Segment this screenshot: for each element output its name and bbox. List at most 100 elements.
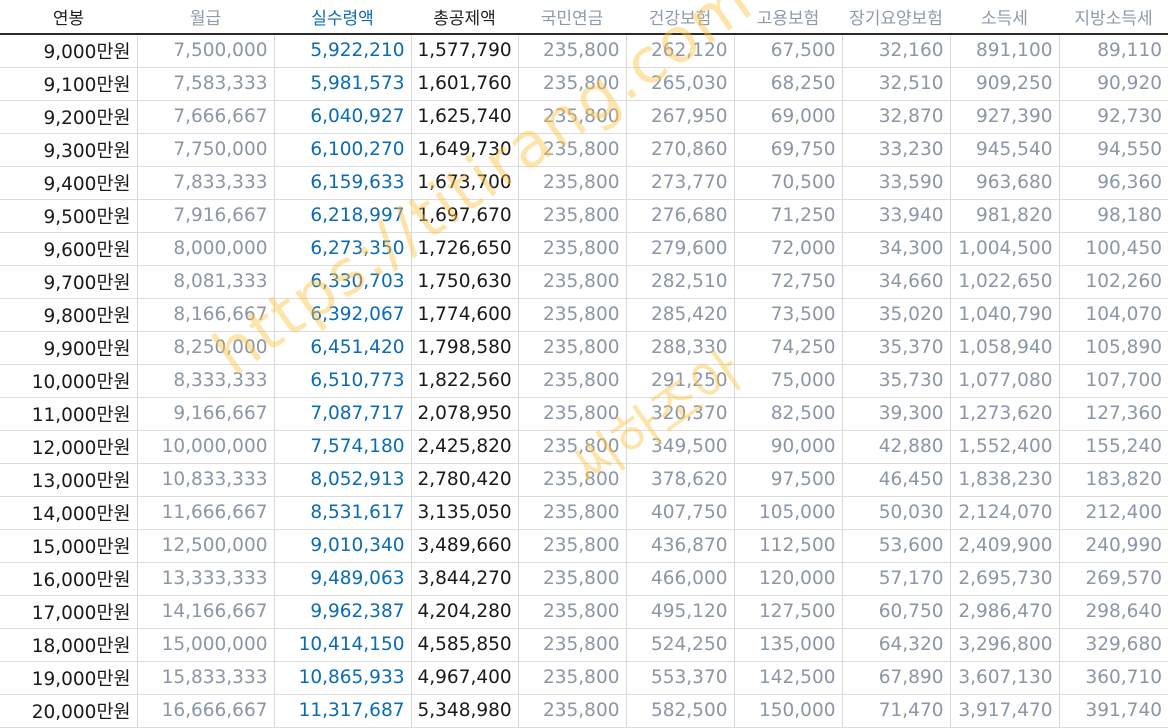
cell-long-term-care: 46,450 — [842, 463, 951, 497]
cell-health-insurance: 265,030 — [626, 67, 735, 101]
cell-local-income-tax: 107,700 — [1059, 364, 1168, 398]
cell-local-income-tax: 391,740 — [1059, 694, 1168, 728]
cell-health-insurance: 288,330 — [626, 331, 735, 365]
cell-local-income-tax: 329,680 — [1059, 628, 1168, 662]
cell-monthly-salary: 8,166,667 — [137, 298, 275, 332]
table-row: 9,400만원 7,833,333 6,159,633 1,673,700 235,80… — [0, 166, 1168, 200]
cell-annual-salary: 14,000만원 — [0, 496, 138, 530]
cell-employment-insurance: 71,250 — [734, 199, 843, 233]
cell-monthly-salary: 7,833,333 — [137, 166, 275, 200]
cell-employment-insurance: 67,500 — [734, 34, 843, 68]
cell-income-tax: 927,390 — [950, 100, 1060, 134]
cell-national-pension: 235,800 — [518, 496, 627, 530]
cell-total-deduction: 3,489,660 — [411, 529, 519, 563]
cell-local-income-tax: 155,240 — [1059, 430, 1168, 464]
cell-annual-salary: 9,700만원 — [0, 265, 138, 299]
table-row: 9,600만원 8,000,000 6,273,350 1,726,650 235,80… — [0, 232, 1168, 266]
cell-total-deduction: 1,798,580 — [411, 331, 519, 365]
header-employment-insurance: 고용보험 — [734, 0, 842, 35]
cell-employment-insurance: 75,000 — [734, 364, 843, 398]
cell-total-deduction: 2,078,950 — [411, 397, 519, 431]
cell-total-deduction: 1,577,790 — [411, 34, 519, 68]
cell-employment-insurance: 127,500 — [734, 595, 843, 629]
cell-long-term-care: 60,750 — [842, 595, 951, 629]
cell-net-pay: 6,040,927 — [274, 100, 412, 134]
cell-total-deduction: 2,780,420 — [411, 463, 519, 497]
cell-net-pay: 5,922,210 — [274, 34, 412, 68]
cell-monthly-salary: 11,666,667 — [137, 496, 275, 530]
cell-local-income-tax: 104,070 — [1059, 298, 1168, 332]
header-annual-salary: 연봉 — [0, 0, 137, 35]
cell-total-deduction: 1,750,630 — [411, 265, 519, 299]
cell-annual-salary: 11,000만원 — [0, 397, 138, 431]
cell-long-term-care: 33,230 — [842, 133, 951, 167]
cell-health-insurance: 282,510 — [626, 265, 735, 299]
header-income-tax: 소득세 — [950, 0, 1059, 35]
cell-income-tax: 1,077,080 — [950, 364, 1060, 398]
cell-health-insurance: 582,500 — [626, 694, 735, 728]
cell-annual-salary: 9,900만원 — [0, 331, 138, 365]
table-row: 9,700만원 8,081,333 6,330,703 1,750,630 235,80… — [0, 265, 1168, 299]
cell-net-pay: 6,100,270 — [274, 133, 412, 167]
cell-monthly-salary: 15,000,000 — [137, 628, 275, 662]
cell-monthly-salary: 7,750,000 — [137, 133, 275, 167]
table-row: 9,900만원 8,250,000 6,451,420 1,798,580 235,80… — [0, 331, 1168, 365]
cell-total-deduction: 1,697,670 — [411, 199, 519, 233]
cell-income-tax: 2,695,730 — [950, 562, 1060, 596]
cell-employment-insurance: 72,000 — [734, 232, 843, 266]
cell-national-pension: 235,800 — [518, 232, 627, 266]
cell-total-deduction: 4,585,850 — [411, 628, 519, 662]
cell-national-pension: 235,800 — [518, 694, 627, 728]
cell-income-tax: 909,250 — [950, 67, 1060, 101]
cell-long-term-care: 53,600 — [842, 529, 951, 563]
cell-monthly-salary: 12,500,000 — [137, 529, 275, 563]
table-row: 14,000만원 11,666,667 8,531,617 3,135,050 235,… — [0, 496, 1168, 530]
table-row: 9,500만원 7,916,667 6,218,997 1,697,670 235,80… — [0, 199, 1168, 233]
cell-annual-salary: 19,000만원 — [0, 661, 138, 695]
cell-health-insurance: 436,870 — [626, 529, 735, 563]
cell-long-term-care: 64,320 — [842, 628, 951, 662]
cell-national-pension: 235,800 — [518, 463, 627, 497]
cell-long-term-care: 34,300 — [842, 232, 951, 266]
cell-local-income-tax: 298,640 — [1059, 595, 1168, 629]
table-row: 20,000만원 16,666,667 11,317,687 5,348,980 235… — [0, 694, 1168, 728]
cell-employment-insurance: 105,000 — [734, 496, 843, 530]
table-row: 13,000만원 10,833,333 8,052,913 2,780,420 235,… — [0, 463, 1168, 497]
cell-net-pay: 7,087,717 — [274, 397, 412, 431]
cell-health-insurance: 276,680 — [626, 199, 735, 233]
table-row: 18,000만원 15,000,000 10,414,150 4,585,850 235… — [0, 628, 1168, 662]
cell-long-term-care: 32,870 — [842, 100, 951, 134]
cell-employment-insurance: 73,500 — [734, 298, 843, 332]
cell-net-pay: 6,273,350 — [274, 232, 412, 266]
cell-total-deduction: 4,204,280 — [411, 595, 519, 629]
cell-health-insurance: 291,250 — [626, 364, 735, 398]
cell-health-insurance: 466,000 — [626, 562, 735, 596]
cell-monthly-salary: 8,250,000 — [137, 331, 275, 365]
cell-employment-insurance: 97,500 — [734, 463, 843, 497]
cell-annual-salary: 9,000만원 — [0, 34, 138, 68]
header-monthly-salary: 월급 — [137, 0, 274, 35]
cell-health-insurance: 378,620 — [626, 463, 735, 497]
table-row: 9,800만원 8,166,667 6,392,067 1,774,600 235,80… — [0, 298, 1168, 332]
cell-employment-insurance: 150,000 — [734, 694, 843, 728]
cell-local-income-tax: 100,450 — [1059, 232, 1168, 266]
cell-long-term-care: 32,510 — [842, 67, 951, 101]
cell-income-tax: 1,838,230 — [950, 463, 1060, 497]
cell-local-income-tax: 92,730 — [1059, 100, 1168, 134]
cell-long-term-care: 35,020 — [842, 298, 951, 332]
table-row: 12,000만원 10,000,000 7,574,180 2,425,820 235,… — [0, 430, 1168, 464]
cell-local-income-tax: 269,570 — [1059, 562, 1168, 596]
cell-employment-insurance: 112,500 — [734, 529, 843, 563]
cell-monthly-salary: 7,666,667 — [137, 100, 275, 134]
cell-income-tax: 1,022,650 — [950, 265, 1060, 299]
table-row: 9,300만원 7,750,000 6,100,270 1,649,730 235,80… — [0, 133, 1168, 167]
cell-long-term-care: 71,470 — [842, 694, 951, 728]
cell-health-insurance: 262,120 — [626, 34, 735, 68]
cell-employment-insurance: 69,750 — [734, 133, 843, 167]
cell-annual-salary: 9,300만원 — [0, 133, 138, 167]
cell-annual-salary: 13,000만원 — [0, 463, 138, 497]
cell-income-tax: 1,273,620 — [950, 397, 1060, 431]
header-total-deduction: 총공제액 — [411, 0, 518, 35]
cell-long-term-care: 35,370 — [842, 331, 951, 365]
table-row: 9,000만원 7,500,000 5,922,210 1,577,790 235,80… — [0, 34, 1168, 68]
